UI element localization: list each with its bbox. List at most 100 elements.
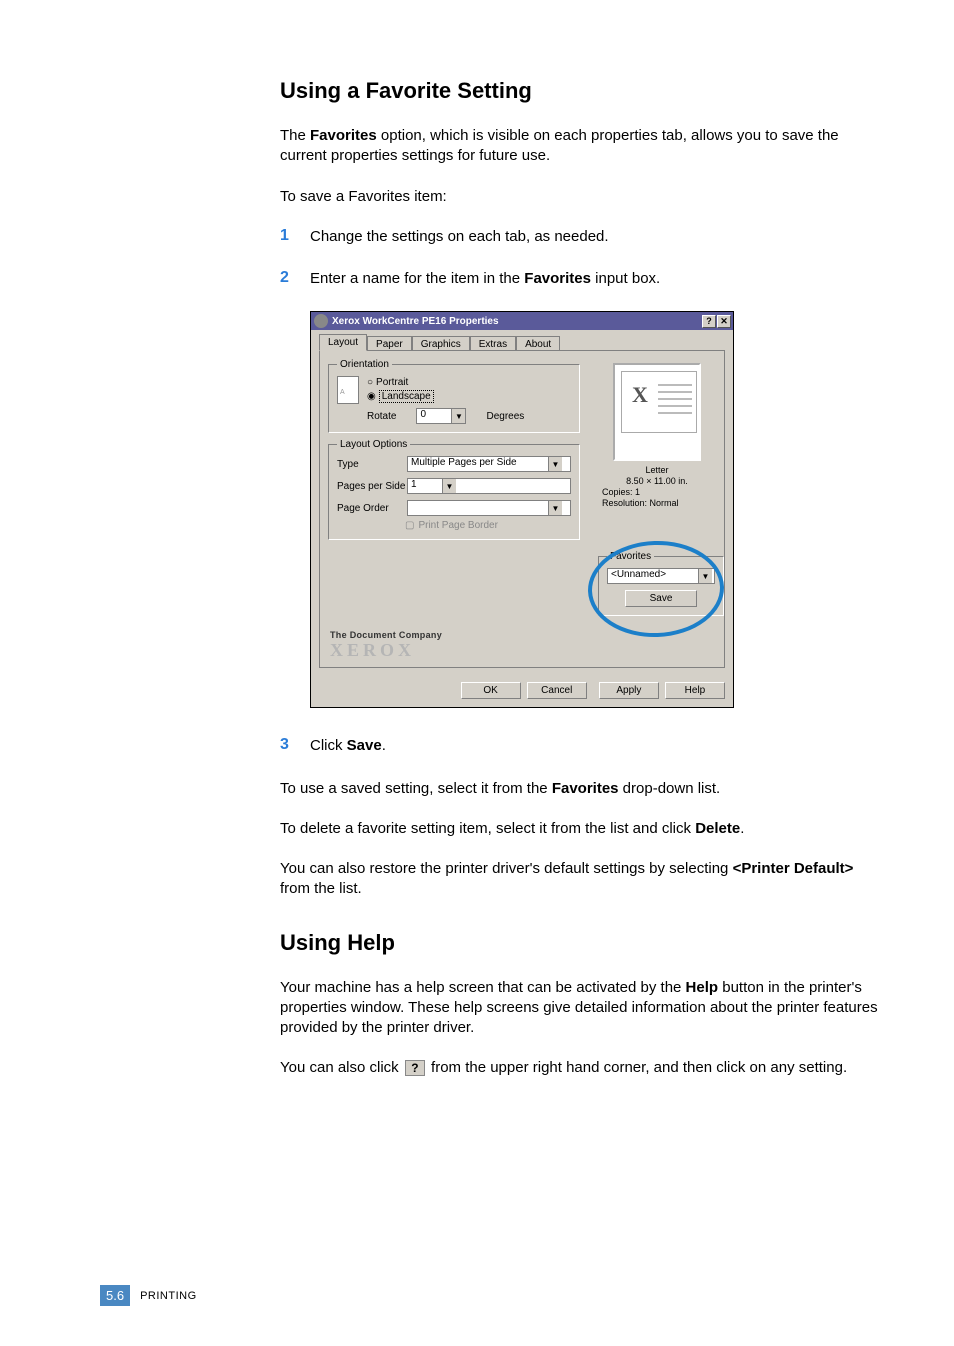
help-button[interactable]: Help xyxy=(665,682,725,699)
properties-dialog: Xerox WorkCentre PE16 Properties ? ✕ Lay… xyxy=(310,311,734,708)
degrees-label: Degrees xyxy=(486,411,524,422)
to-save-intro: To save a Favorites item: xyxy=(280,187,880,207)
preview-box: X xyxy=(613,363,701,461)
radio-portrait[interactable]: ○Portrait xyxy=(367,377,434,388)
text: To use a saved setting, select it from t… xyxy=(280,780,552,797)
tabs-row: Layout Paper Graphics Extras About xyxy=(319,334,725,351)
ok-button[interactable]: OK xyxy=(461,682,521,699)
step-text: Change the settings on each tab, as need… xyxy=(310,227,609,247)
checkbox-label: Print Page Border xyxy=(418,520,498,531)
print-page-border-checkbox: ▢Print Page Border xyxy=(405,520,571,531)
step-2: 2 Enter a name for the item in the Favor… xyxy=(280,269,880,289)
heading-using-help: Using Help xyxy=(280,930,880,956)
tab-panel-layout: Orientation ○Portrait ◉Landscape Rotate … xyxy=(319,350,725,668)
dialog-title: Xerox WorkCentre PE16 Properties xyxy=(332,316,701,327)
step-number: 2 xyxy=(280,269,310,289)
radio-label: Portrait xyxy=(376,377,408,388)
pages-per-side-combo[interactable]: 1 ▼ xyxy=(407,478,571,494)
favorites-word: Favorites xyxy=(552,780,619,797)
favorites-save-button[interactable]: Save xyxy=(625,590,697,607)
chevron-down-icon: ▼ xyxy=(548,501,562,515)
preview-resolution: Resolution: Normal xyxy=(598,498,716,509)
preview-pane: X Letter 8.50 × 11.00 in. Copies: 1 Reso… xyxy=(598,363,716,508)
help-paragraph-1: Your machine has a help screen that can … xyxy=(280,978,880,1039)
delete-word: Delete xyxy=(695,820,740,837)
radio-label: Landscape xyxy=(379,390,434,403)
apply-button[interactable]: Apply xyxy=(599,682,659,699)
step-number: 1 xyxy=(280,227,310,247)
restore-default-paragraph: You can also restore the printer driver'… xyxy=(280,859,880,900)
favorites-word: Favorites xyxy=(524,270,591,287)
preview-paper-name: Letter xyxy=(598,465,716,476)
page-footer: 5.6 PRINTING xyxy=(100,1285,197,1306)
step-text: Click Save. xyxy=(310,736,386,756)
type-label: Type xyxy=(337,459,407,470)
favorites-combo[interactable]: <Unnamed> ▼ xyxy=(607,568,715,584)
step-number: 3 xyxy=(280,736,310,756)
brand-line2: XEROX xyxy=(330,640,442,661)
heading-favorite-setting: Using a Favorite Setting xyxy=(280,78,880,104)
rotate-value: 0 xyxy=(417,409,451,423)
brand-block: The Document Company XEROX xyxy=(330,630,442,661)
favorites-legend: Favorites xyxy=(607,551,654,562)
dialog-titlebar: Xerox WorkCentre PE16 Properties ? ✕ xyxy=(311,312,733,330)
text: drop-down list. xyxy=(619,780,721,797)
page-order-value xyxy=(408,501,548,515)
chevron-down-icon: ▼ xyxy=(451,409,465,423)
use-saved-paragraph: To use a saved setting, select it from t… xyxy=(280,779,880,799)
chevron-down-icon: ▼ xyxy=(442,479,456,493)
step-text: Enter a name for the item in the Favorit… xyxy=(310,269,660,289)
delete-paragraph: To delete a favorite setting item, selec… xyxy=(280,819,880,839)
orientation-legend: Orientation xyxy=(337,359,392,370)
rotate-label: Rotate xyxy=(367,411,396,422)
text: input box. xyxy=(591,270,660,287)
text: Click xyxy=(310,737,347,754)
save-word: Save xyxy=(347,737,382,754)
step-1: 1 Change the settings on each tab, as ne… xyxy=(280,227,880,247)
pages-per-side-label: Pages per Side xyxy=(337,481,407,492)
titlebar-help-button[interactable]: ? xyxy=(702,315,716,328)
chevron-down-icon: ▼ xyxy=(698,569,712,583)
dialog-buttons-row: OK Cancel Apply Help xyxy=(311,676,733,707)
layout-options-legend: Layout Options xyxy=(337,439,410,450)
text: To delete a favorite setting item, selec… xyxy=(280,820,695,837)
preview-copies: Copies: 1 xyxy=(598,487,716,498)
text: from the upper right hand corner, and th… xyxy=(427,1059,847,1076)
preview-paper-size: 8.50 × 11.00 in. xyxy=(598,476,716,487)
radio-landscape[interactable]: ◉Landscape xyxy=(367,390,434,403)
type-combo[interactable]: Multiple Pages per Side ▼ xyxy=(407,456,571,472)
page-order-combo: ▼ xyxy=(407,500,571,516)
preview-x: X xyxy=(632,382,648,408)
page-number-badge: 5.6 xyxy=(100,1285,130,1306)
app-icon xyxy=(314,314,328,328)
type-value: Multiple Pages per Side xyxy=(408,457,548,471)
question-mark-icon: ? xyxy=(405,1060,425,1076)
favorites-word: Favorites xyxy=(310,127,377,144)
text: You can also click xyxy=(280,1059,403,1076)
step-3: 3 Click Save. xyxy=(280,736,880,756)
help-word: Help xyxy=(686,979,719,996)
text: from the list. xyxy=(280,880,362,897)
orientation-group: Orientation ○Portrait ◉Landscape Rotate … xyxy=(328,359,580,433)
preview-lines xyxy=(658,384,692,419)
preview-page-icon: X xyxy=(621,371,697,433)
text: The xyxy=(280,127,310,144)
intro-paragraph: The Favorites option, which is visible o… xyxy=(280,126,880,167)
text: . xyxy=(740,820,744,837)
text: . xyxy=(382,737,386,754)
favorites-group: Favorites <Unnamed> ▼ Save xyxy=(598,551,716,622)
chevron-down-icon: ▼ xyxy=(548,457,562,471)
favorites-value: <Unnamed> xyxy=(608,569,698,583)
text: You can also restore the printer driver'… xyxy=(280,860,733,877)
rotate-combo[interactable]: 0 ▼ xyxy=(416,408,466,424)
text: Your machine has a help screen that can … xyxy=(280,979,686,996)
titlebar-close-button[interactable]: ✕ xyxy=(717,315,731,328)
brand-line1: The Document Company xyxy=(330,630,442,640)
pages-per-side-value: 1 xyxy=(408,479,442,493)
cancel-button[interactable]: Cancel xyxy=(527,682,587,699)
tab-layout[interactable]: Layout xyxy=(319,334,367,351)
text: Enter a name for the item in the xyxy=(310,270,524,287)
footer-section-label: PRINTING xyxy=(140,1290,197,1302)
page-order-label: Page Order xyxy=(337,503,407,514)
printer-default-word: <Printer Default> xyxy=(733,860,854,877)
